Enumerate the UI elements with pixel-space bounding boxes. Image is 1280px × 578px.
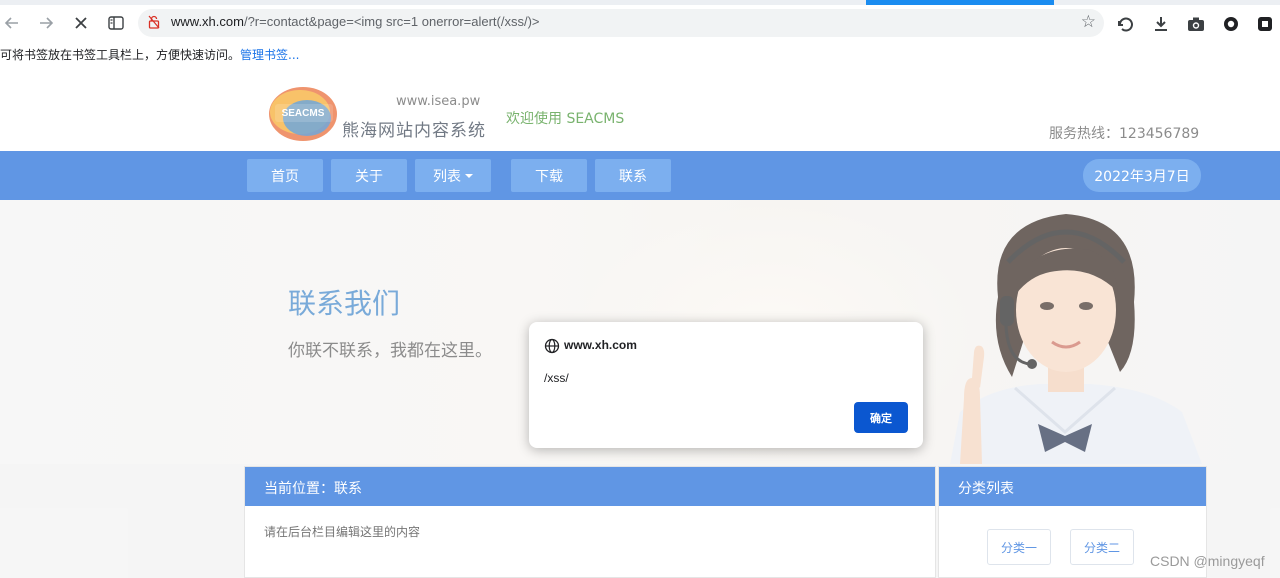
- dialog-title: www.xh.com: [564, 338, 637, 352]
- globe-icon: [544, 338, 560, 354]
- arrow-right-icon: [40, 17, 54, 29]
- address-bar[interactable]: www.xh.com/?r=contact&page=<img src=1 on…: [138, 9, 1104, 37]
- browser-toolbar: www.xh.com/?r=contact&page=<img src=1 on…: [0, 5, 1280, 41]
- insecure-lock-icon: [148, 15, 160, 29]
- forward-button[interactable]: [34, 11, 58, 35]
- camera-icon: [1188, 17, 1204, 31]
- alert-dialog: www.xh.com /xss/ 确定: [529, 322, 923, 448]
- url-text: www.xh.com/?r=contact&page=<img src=1 on…: [171, 14, 540, 29]
- bookmark-star-icon[interactable]: ☆: [1081, 12, 1096, 32]
- watermark: CSDN @mingyeqf: [1150, 553, 1265, 569]
- url-host: www.xh.com: [171, 14, 244, 29]
- back-button[interactable]: [0, 11, 24, 35]
- bookmark-hint: 可将书签放在书签工具栏上，方便快速访问。: [0, 48, 241, 62]
- ok-button-label: 确定: [870, 411, 892, 425]
- screenshot-button[interactable]: [1187, 15, 1205, 33]
- stop-button[interactable]: [69, 11, 93, 35]
- bookmark-bar: 可将书签放在书签工具栏上，方便快速访问。管理书签...: [0, 41, 1280, 68]
- browser-window: www.xh.com/?r=contact&page=<img src=1 on…: [0, 0, 1280, 578]
- reader-view-button[interactable]: [104, 11, 128, 35]
- record-icon: [1224, 17, 1238, 31]
- extension-icon: [1258, 17, 1272, 31]
- ok-button[interactable]: 确定: [854, 402, 908, 433]
- download-button[interactable]: [1152, 15, 1170, 33]
- arrow-left-icon: [4, 17, 18, 29]
- history-icon: [1118, 17, 1133, 32]
- dialog-message: /xss/: [544, 371, 569, 385]
- extension-button[interactable]: [1256, 15, 1274, 33]
- close-icon: [75, 17, 87, 29]
- undo-close-button[interactable]: [1118, 15, 1136, 33]
- record-button[interactable]: [1222, 15, 1240, 33]
- download-icon: [1155, 17, 1167, 31]
- url-path: /?r=contact&page=<img src=1 onerror=aler…: [243, 14, 540, 29]
- sidebar-icon: [108, 16, 124, 30]
- manage-bookmarks-link[interactable]: 管理书签...: [240, 48, 299, 62]
